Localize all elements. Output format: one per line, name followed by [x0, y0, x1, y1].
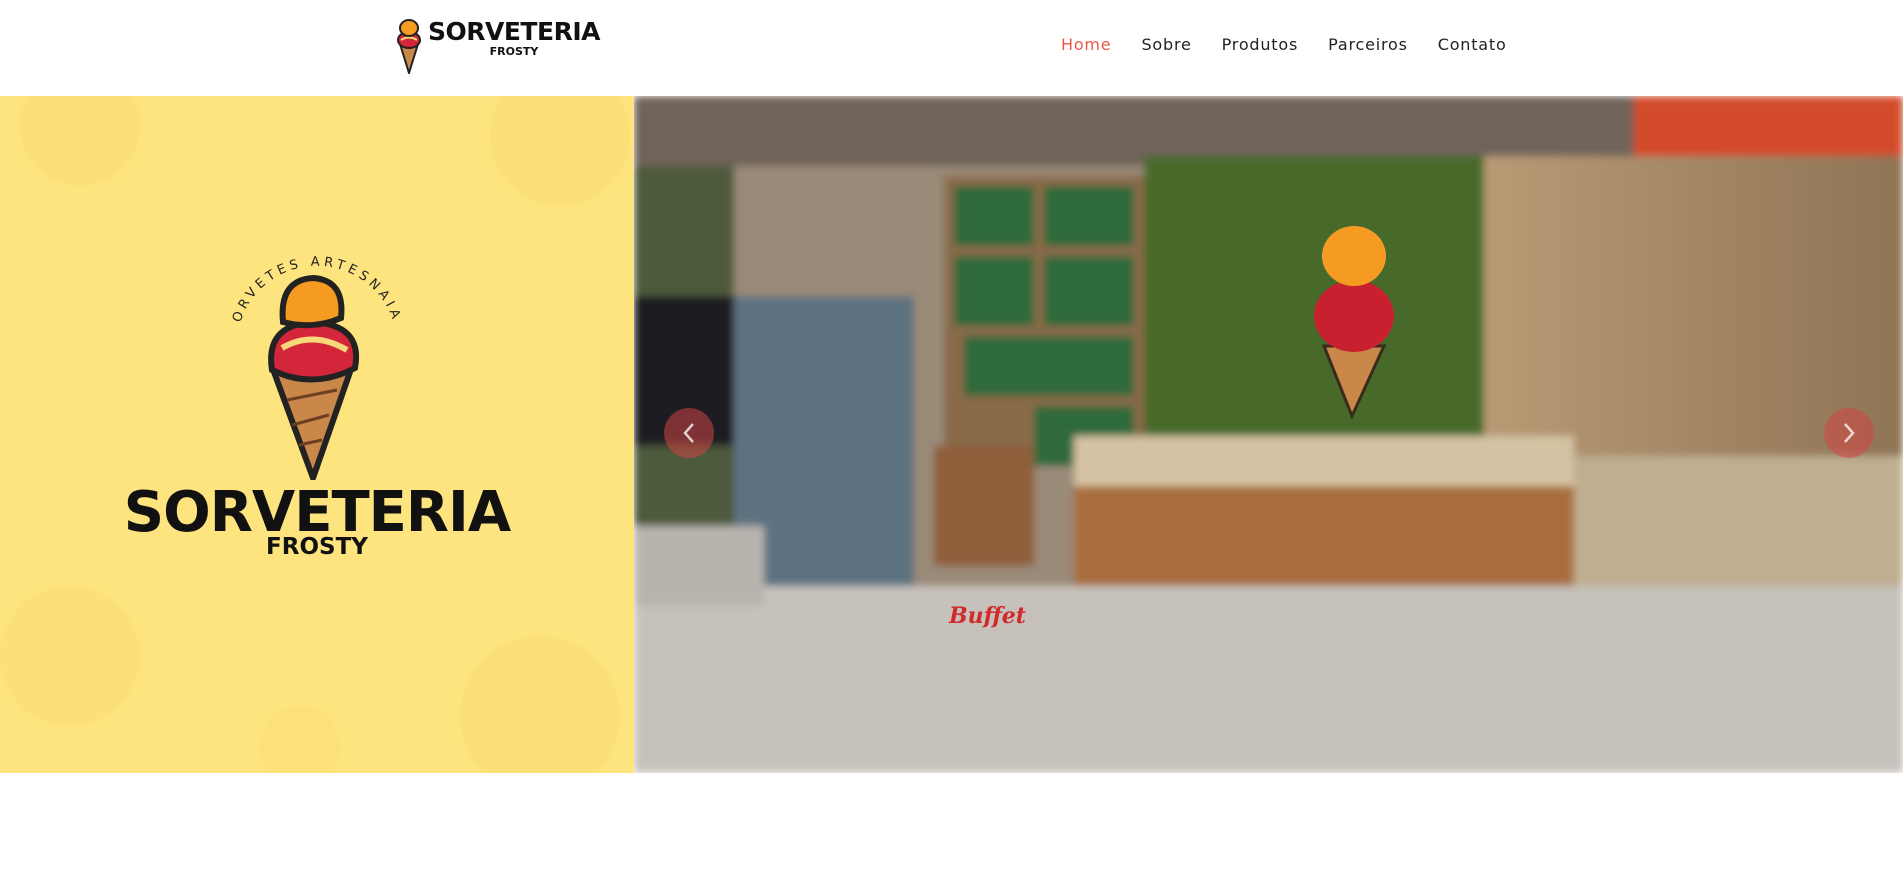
nav-home[interactable]: Home — [1061, 35, 1111, 54]
site-header: SORVETERIA FROSTY Home Sobre Produtos Pa… — [0, 0, 1903, 96]
chevron-right-icon — [1844, 423, 1855, 443]
header-logo-sub: FROSTY — [489, 45, 539, 58]
carousel-prev-button[interactable] — [664, 408, 714, 458]
ice-cream-logo-icon — [397, 19, 421, 74]
hero-logo-panel: SORVETES ARTESNAIAS SORVETERIA FROSTY — [0, 96, 634, 773]
header-logo[interactable]: SORVETERIA FROSTY — [396, 18, 600, 74]
hero-ice-cream-logo-icon: SORVETES ARTESNAIAS — [217, 250, 400, 480]
hero-brand-subtitle: FROSTY — [266, 534, 368, 560]
hero-carousel: Buffet — [634, 96, 1903, 773]
storefront-photo: Buffet — [634, 96, 1903, 773]
header-logo-title: SORVETERIA — [428, 17, 600, 46]
main-nav: Home Sobre Produtos Parceiros Contato — [1061, 35, 1537, 54]
nav-parceiros[interactable]: Parceiros — [1328, 35, 1408, 54]
nav-contato[interactable]: Contato — [1438, 35, 1507, 54]
chevron-left-icon — [683, 423, 694, 443]
nav-sobre[interactable]: Sobre — [1141, 35, 1191, 54]
carousel-next-button[interactable] — [1824, 408, 1874, 458]
nav-produtos[interactable]: Produtos — [1222, 35, 1298, 54]
storefront-buffet-sign: Buffet — [948, 603, 1026, 629]
